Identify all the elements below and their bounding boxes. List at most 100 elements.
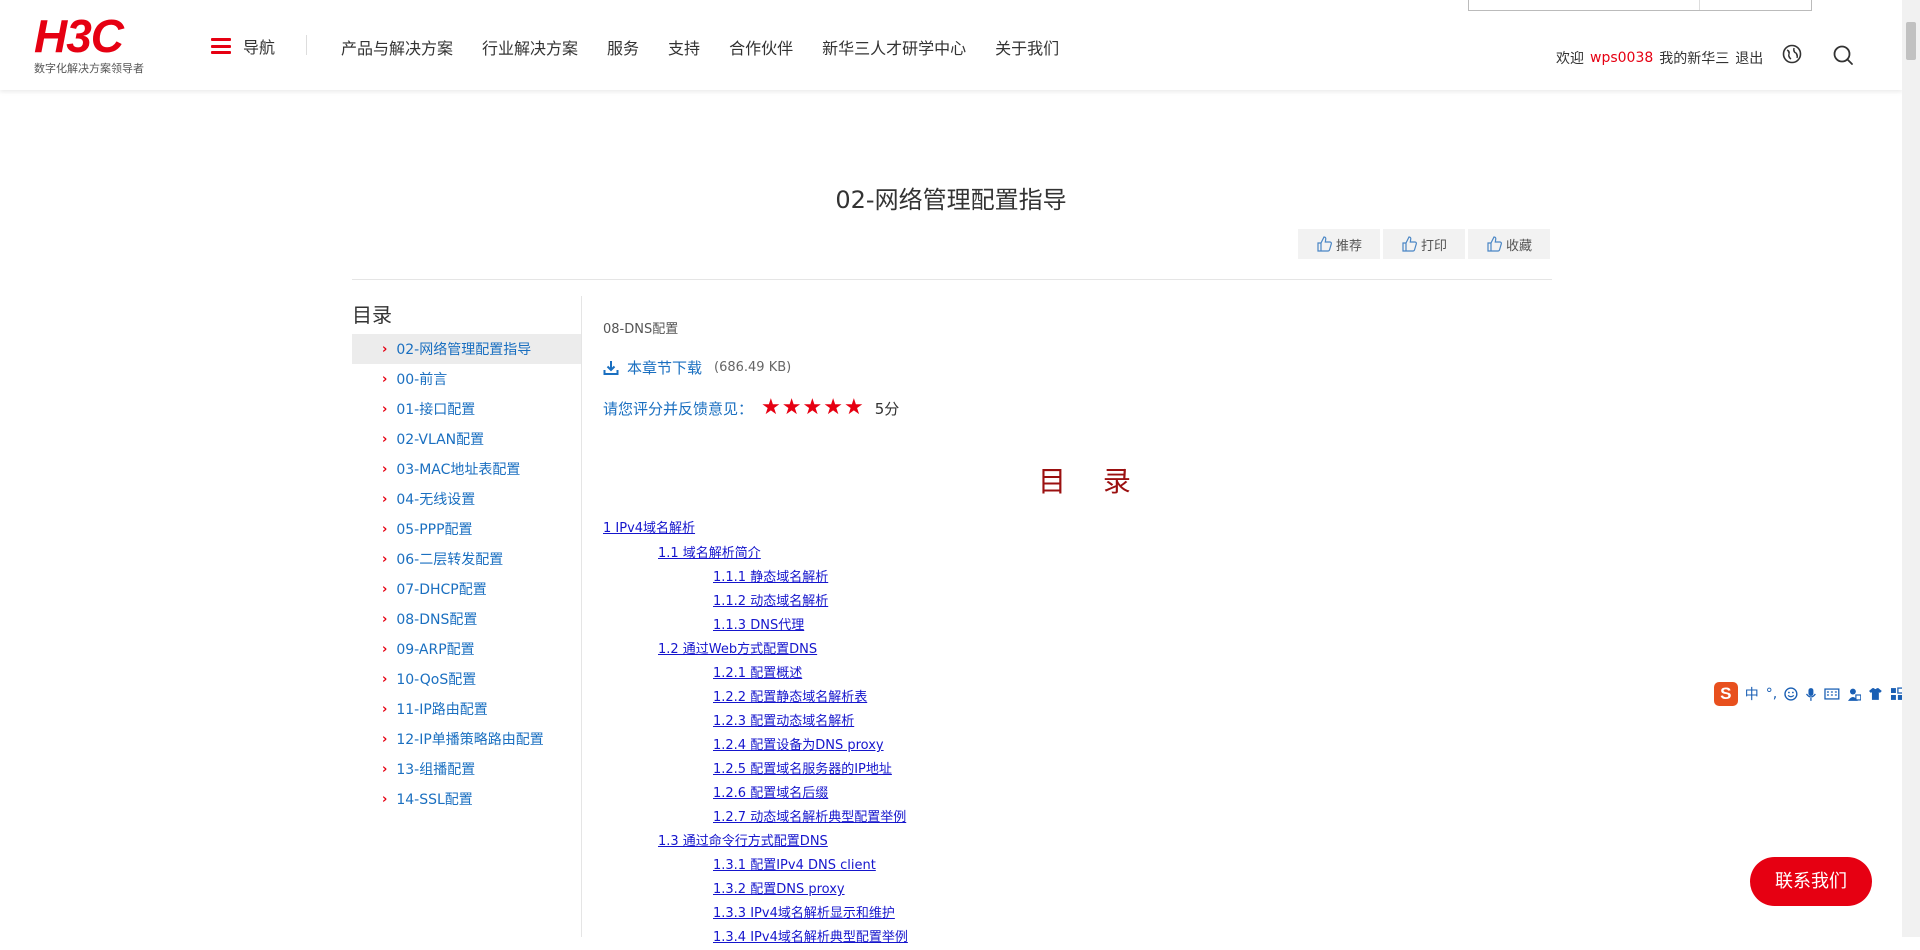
toc-link[interactable]: 1.2.2 配置静态域名解析表 <box>603 686 1303 710</box>
favorite-label: 收藏 <box>1505 238 1532 254</box>
title-divider <box>352 279 1552 280</box>
download-link[interactable]: 本章节下载 <box>627 357 702 378</box>
sidebar-item-label: 06-二层转发配置 <box>396 552 504 568</box>
toc-link[interactable]: 1.1.3 DNS代理 <box>603 614 1303 638</box>
logo-text: H3C <box>34 10 124 62</box>
dropdown-panel-edge <box>1468 0 1812 11</box>
site-header: H3C 数字化解决方案领导者 导航 产品与解决方案 行业解决方案 服务 支持 合… <box>0 0 1902 90</box>
sidebar-item-label: 12-IP单播策略路由配置 <box>396 732 544 748</box>
sidebar-item[interactable]: › 10-QoS配置 <box>352 664 581 694</box>
recommend-button[interactable]: 推荐 <box>1298 229 1380 259</box>
sidebar-item[interactable]: › 01-接口配置 <box>352 394 581 424</box>
scrollbar-thumb[interactable] <box>1906 22 1916 60</box>
toc-link[interactable]: 1.3 通过命令行方式配置DNS <box>603 830 1303 854</box>
sidebar-item[interactable]: › 02-网络管理配置指导 <box>352 334 581 364</box>
print-button[interactable]: 打印 <box>1383 229 1465 259</box>
rating-row: 请您评分并反馈意见： ★ ★ ★ ★ ★ 5分 <box>603 397 1703 419</box>
toc-link[interactable]: 1.1.1 静态域名解析 <box>603 566 1303 590</box>
sidebar-item-label: 09-ARP配置 <box>396 642 475 658</box>
nav-divider <box>306 35 307 55</box>
user-area: 欢迎 wps0038 我的新华三 退出 <box>1556 48 1763 68</box>
nav-link-talent-center[interactable]: 新华三人才研学中心 <box>822 35 966 59</box>
sogou-logo-icon[interactable]: S <box>1714 682 1738 706</box>
chevron-right-icon: › <box>382 521 388 537</box>
emoji-icon[interactable] <box>1784 687 1798 701</box>
star-icon[interactable]: ★ <box>823 397 843 419</box>
nav-link-products[interactable]: 产品与解决方案 <box>341 35 453 59</box>
chevron-right-icon: › <box>382 551 388 567</box>
nav-link-service[interactable]: 服务 <box>607 35 639 59</box>
sidebar-item[interactable]: › 00-前言 <box>352 364 581 394</box>
sidebar-item-label: 14-SSL配置 <box>396 792 473 808</box>
chevron-right-icon: › <box>382 401 388 417</box>
rating-label: 请您评分并反馈意见： <box>603 399 754 418</box>
hamburger-icon <box>211 38 231 54</box>
sidebar-item[interactable]: › 06-二层转发配置 <box>352 544 581 574</box>
star-icon[interactable]: ★ <box>782 397 802 419</box>
toc-link[interactable]: 1.2.3 配置动态域名解析 <box>603 710 1303 734</box>
sidebar-item[interactable]: › 09-ARP配置 <box>352 634 581 664</box>
sidebar-heading: 目录 <box>352 303 392 327</box>
toc-list: 1 IPv4域名解析 1.1 域名解析简介 1.1.1 静态域名解析 1.1.2 动态… <box>603 516 1303 950</box>
username-link[interactable]: wps0038 <box>1590 50 1653 66</box>
nav-link-about[interactable]: 关于我们 <box>995 35 1059 59</box>
toc-link[interactable]: 1.3.1 配置IPv4 DNS client <box>603 854 1303 878</box>
chevron-right-icon: › <box>382 371 388 387</box>
nav-link-support[interactable]: 支持 <box>668 35 700 59</box>
sidebar-toc: 目录 › 02-网络管理配置指导 › 00-前言 › 01-接口配置 › 02-VLAN配置 ›… <box>352 296 582 937</box>
globe-icon[interactable] <box>1782 44 1802 64</box>
toc-heading: 目 录 <box>1038 465 1145 498</box>
sidebar-item[interactable]: › 13-组播配置 <box>352 754 581 784</box>
search-icon[interactable] <box>1832 44 1854 66</box>
sidebar-item[interactable]: › 07-DHCP配置 <box>352 574 581 604</box>
sidebar-item[interactable]: › 11-IP路由配置 <box>352 694 581 724</box>
toc-link[interactable]: 1.2.5 配置域名服务器的IP地址 <box>603 758 1303 782</box>
sidebar-item[interactable]: › 02-VLAN配置 <box>352 424 581 454</box>
toc-link[interactable]: 1 IPv4域名解析 <box>603 516 1303 542</box>
user-icon[interactable] <box>1847 687 1862 702</box>
logo-tagline: 数字化解决方案领导者 <box>34 62 144 75</box>
keyboard-icon[interactable] <box>1824 688 1840 700</box>
microphone-icon[interactable] <box>1805 687 1817 702</box>
skin-shirt-icon[interactable] <box>1868 687 1883 701</box>
star-icon[interactable]: ★ <box>844 397 864 419</box>
nav-link-industry[interactable]: 行业解决方案 <box>482 35 578 59</box>
toc-link[interactable]: 1.2 通过Web方式配置DNS <box>603 638 1303 662</box>
chevron-right-icon: › <box>382 671 388 687</box>
sidebar-item[interactable]: › 14-SSL配置 <box>352 784 581 814</box>
sidebar-item[interactable]: › 08-DNS配置 <box>352 604 581 634</box>
chevron-right-icon: › <box>382 581 388 597</box>
sidebar-item-label: 07-DHCP配置 <box>396 582 487 598</box>
favorite-button[interactable]: 收藏 <box>1468 229 1550 259</box>
nav-menu-button[interactable]: 导航 <box>211 34 275 58</box>
star-icon[interactable]: ★ <box>761 397 781 419</box>
toc-link[interactable]: 1.1.2 动态域名解析 <box>603 590 1303 614</box>
toc-link[interactable]: 1.3.2 配置DNS proxy <box>603 878 1303 902</box>
my-account-link[interactable]: 我的新华三 <box>1659 48 1729 68</box>
toc-link[interactable]: 1.2.1 配置概述 <box>603 662 1303 686</box>
page-scrollbar[interactable] <box>1902 0 1920 937</box>
ime-punct-toggle[interactable]: °, <box>1766 686 1777 702</box>
sidebar-item[interactable]: › 03-MAC地址表配置 <box>352 454 581 484</box>
download-icon[interactable] <box>603 360 619 376</box>
contact-us-button[interactable]: 联系我们 <box>1750 857 1872 906</box>
toc-link[interactable]: 1.1 域名解析简介 <box>603 542 1303 566</box>
toc-link[interactable]: 1.3.4 IPv4域名解析典型配置举例 <box>603 926 1303 950</box>
main-nav: 产品与解决方案 行业解决方案 服务 支持 合作伙伴 新华三人才研学中心 关于我们 <box>341 35 1088 59</box>
nav-menu-label: 导航 <box>243 38 276 57</box>
toc-link[interactable]: 1.2.4 配置设备为DNS proxy <box>603 734 1303 758</box>
toc-link[interactable]: 1.2.6 配置域名后缀 <box>603 782 1303 806</box>
doc-actions: 推荐 打印 收藏 <box>1298 229 1553 259</box>
toc-link[interactable]: 1.2.7 动态域名解析典型配置举例 <box>603 806 1303 830</box>
nav-link-partners[interactable]: 合作伙伴 <box>729 35 793 59</box>
star-icon[interactable]: ★ <box>802 397 822 419</box>
sidebar-item[interactable]: › 12-IP单播策略路由配置 <box>352 724 581 754</box>
chevron-right-icon: › <box>382 611 388 627</box>
h3c-logo[interactable]: H3C 数字化解决方案领导者 <box>34 10 164 76</box>
sidebar-item[interactable]: › 04-无线设置 <box>352 484 581 514</box>
ime-mode-toggle[interactable]: 中 <box>1745 684 1759 704</box>
sidebar-item-label: 08-DNS配置 <box>396 612 478 628</box>
logout-link[interactable]: 退出 <box>1735 48 1763 68</box>
toc-link[interactable]: 1.3.3 IPv4域名解析显示和维护 <box>603 902 1303 926</box>
sidebar-item[interactable]: › 05-PPP配置 <box>352 514 581 544</box>
